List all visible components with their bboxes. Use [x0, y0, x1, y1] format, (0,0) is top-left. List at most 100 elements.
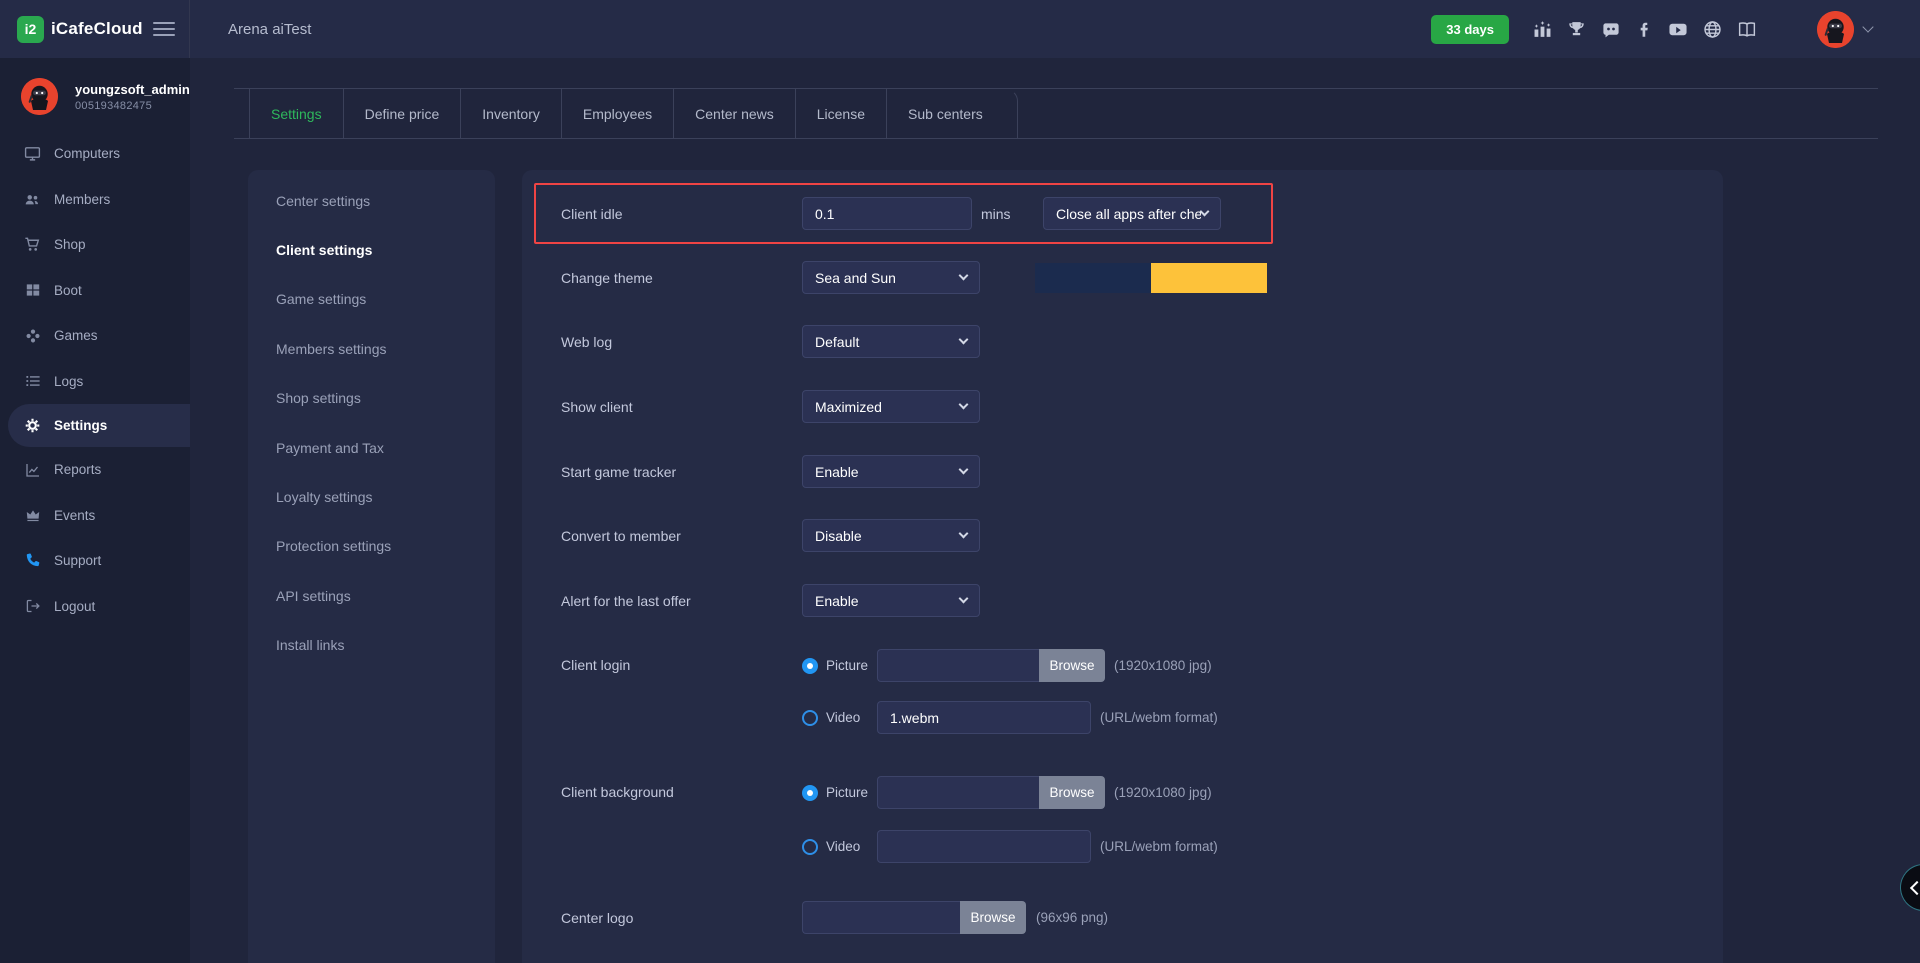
page-title: Arena aiTest: [228, 21, 311, 38]
client-login-picture-note: (1920x1080 jpg): [1114, 658, 1212, 673]
client-idle-input[interactable]: [802, 197, 972, 230]
client-background-picture-radio[interactable]: Picture: [802, 785, 877, 801]
discord-icon[interactable]: [1601, 20, 1621, 39]
user-id: 005193482475: [75, 100, 190, 112]
brand-name: iCafeCloud: [51, 19, 143, 39]
tab-employees[interactable]: Employees: [561, 89, 673, 138]
subnav-payment-and-tax[interactable]: Payment and Tax: [248, 423, 495, 472]
user-menu-chevron-icon[interactable]: [1862, 21, 1873, 32]
client-background-picture-input[interactable]: [877, 776, 1039, 809]
brand[interactable]: i2 iCafeCloud: [0, 0, 190, 58]
chevron-down-icon: [959, 465, 969, 475]
sidebar-item-events[interactable]: Events: [0, 493, 190, 539]
username: youngzsoft_admin: [75, 82, 190, 97]
subnav-client-settings[interactable]: Client settings: [248, 225, 495, 274]
logs-icon: [24, 373, 41, 390]
sidebar-item-logout[interactable]: Logout: [0, 584, 190, 630]
user-avatar[interactable]: [1817, 11, 1854, 48]
tab-sub-centers[interactable]: Sub centers: [886, 89, 1004, 138]
subnav-api-settings[interactable]: API settings: [248, 571, 495, 620]
center-logo-input[interactable]: [802, 901, 960, 934]
radio-label: Video: [826, 839, 860, 854]
sidebar-item-label: Logs: [54, 374, 83, 389]
chevron-down-icon: [1200, 207, 1210, 217]
client-idle-label: Client idle: [561, 206, 802, 222]
divider: [234, 138, 1878, 139]
theme-swatch-yellow: [1151, 263, 1267, 293]
theme-swatch-navy: [1035, 263, 1151, 293]
subnav-game-settings[interactable]: Game settings: [248, 275, 495, 324]
topbar: i2 iCafeCloud Arena aiTest 33 days: [0, 0, 1920, 58]
tab-center-news[interactable]: Center news: [673, 89, 795, 138]
subnav-loyalty-settings[interactable]: Loyalty settings: [248, 472, 495, 521]
menu-toggle-icon[interactable]: [153, 18, 175, 40]
subnav-center-settings[interactable]: Center settings: [248, 176, 495, 225]
client-background-video-input[interactable]: [877, 830, 1091, 863]
sidebar-item-support[interactable]: Support: [0, 538, 190, 584]
selected-value: Maximized: [815, 399, 882, 415]
show-client-select[interactable]: Maximized: [802, 390, 980, 423]
main-content: Settings Define price Inventory Employee…: [190, 58, 1920, 963]
client-background-video-radio[interactable]: Video: [802, 839, 877, 855]
client-login-picture-browse-button[interactable]: Browse: [1039, 649, 1105, 682]
chevron-down-icon: [959, 271, 969, 281]
youtube-icon[interactable]: [1668, 20, 1688, 39]
subnav-shop-settings[interactable]: Shop settings: [248, 374, 495, 423]
sidebar-item-shop[interactable]: Shop: [0, 222, 190, 268]
sidebar-avatar[interactable]: [21, 78, 58, 115]
phone-icon: [24, 552, 41, 569]
selected-value: Default: [815, 334, 859, 350]
selected-value: Close all apps after che: [1056, 206, 1201, 222]
convert-to-member-select[interactable]: Disable: [802, 519, 980, 552]
chevron-left-icon: [1909, 880, 1920, 894]
chevron-down-icon: [959, 335, 969, 345]
client-login-video-input[interactable]: [877, 701, 1091, 734]
tab-inventory[interactable]: Inventory: [460, 89, 561, 138]
alert-last-offer-select[interactable]: Enable: [802, 584, 980, 617]
gear-icon: [24, 417, 41, 434]
facebook-icon[interactable]: [1636, 20, 1653, 39]
tab-define-price[interactable]: Define price: [343, 89, 461, 138]
client-idle-action-select[interactable]: Close all apps after che: [1043, 197, 1221, 230]
change-theme-select[interactable]: Sea and Sun: [802, 261, 980, 294]
client-background-picture-note: (1920x1080 jpg): [1114, 785, 1212, 800]
subnav-install-links[interactable]: Install links: [248, 621, 495, 670]
subnav-protection-settings[interactable]: Protection settings: [248, 522, 495, 571]
alert-last-offer-label: Alert for the last offer: [561, 593, 802, 609]
radio-label: Video: [826, 710, 860, 725]
web-log-select[interactable]: Default: [802, 325, 980, 358]
sidebar: youngzsoft_admin 005193482475 Computers …: [0, 58, 190, 963]
subnav-members-settings[interactable]: Members settings: [248, 324, 495, 373]
license-days-badge[interactable]: 33 days: [1431, 15, 1509, 44]
tab-license[interactable]: License: [795, 89, 886, 138]
client-login-picture-input[interactable]: [877, 649, 1039, 682]
sidebar-item-members[interactable]: Members: [0, 177, 190, 223]
center-logo-browse-button[interactable]: Browse: [960, 901, 1026, 934]
radio-selected-icon: [802, 658, 818, 674]
tab-corner: [1004, 89, 1018, 138]
client-background-picture-browse-button[interactable]: Browse: [1039, 776, 1105, 809]
radio-label: Picture: [826, 785, 868, 800]
globe-icon[interactable]: [1703, 20, 1722, 39]
ranking-icon[interactable]: [1533, 20, 1552, 39]
radio-label: Picture: [826, 658, 868, 673]
start-game-tracker-label: Start game tracker: [561, 464, 802, 480]
sidebar-item-games[interactable]: Games: [0, 313, 190, 359]
sidebar-item-logs[interactable]: Logs: [0, 359, 190, 405]
sidebar-item-boot[interactable]: Boot: [0, 268, 190, 314]
trophy-icon[interactable]: [1567, 20, 1586, 39]
sidebar-item-settings[interactable]: Settings: [8, 404, 190, 447]
book-icon[interactable]: [1737, 20, 1757, 39]
theme-preview: [1035, 263, 1267, 293]
client-login-picture-radio[interactable]: Picture: [802, 658, 877, 674]
sidebar-item-reports[interactable]: Reports: [0, 447, 190, 493]
start-game-tracker-select[interactable]: Enable: [802, 455, 980, 488]
sidebar-item-computers[interactable]: Computers: [0, 131, 190, 177]
client-settings-form: Client idle mins Close all apps after ch…: [522, 170, 1723, 963]
client-login-video-radio[interactable]: Video: [802, 710, 877, 726]
sidebar-user: youngzsoft_admin 005193482475: [0, 58, 190, 131]
sidebar-item-label: Computers: [54, 146, 120, 161]
chart-icon: [24, 461, 41, 478]
tab-settings[interactable]: Settings: [249, 89, 343, 138]
sidebar-item-label: Support: [54, 553, 101, 568]
